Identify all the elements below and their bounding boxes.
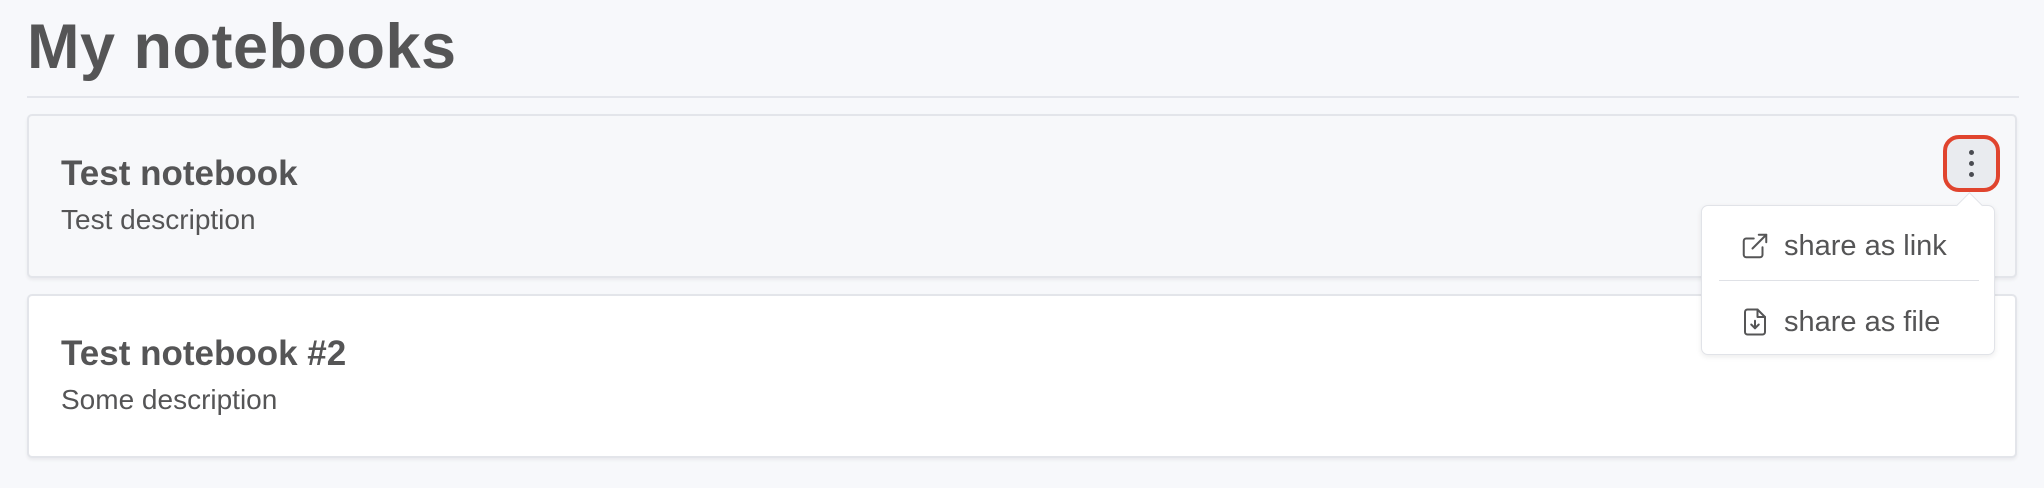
notebook-title[interactable]: Test notebook bbox=[61, 152, 298, 196]
menu-divider bbox=[1719, 280, 1979, 281]
external-link-icon bbox=[1742, 233, 1768, 259]
share-menu: share as link share as file bbox=[1701, 192, 1995, 355]
page-title: My notebooks bbox=[27, 12, 457, 82]
share-as-file-item[interactable]: share as file bbox=[1702, 291, 1994, 353]
menu-item-label: share as link bbox=[1784, 230, 1947, 262]
title-divider bbox=[27, 96, 2019, 98]
notebook-actions-button[interactable] bbox=[1943, 135, 2000, 192]
menu-item-label: share as file bbox=[1784, 306, 1941, 338]
notebooks-page: My notebooks Test notebook Test descript… bbox=[0, 0, 2044, 488]
share-as-link-item[interactable]: share as link bbox=[1702, 215, 1994, 277]
file-download-icon bbox=[1744, 308, 1766, 336]
notebook-title[interactable]: Test notebook #2 bbox=[61, 332, 346, 376]
notebook-description: Some description bbox=[61, 384, 278, 415]
more-vertical-icon bbox=[1969, 150, 1974, 177]
notebook-description: Test description bbox=[61, 204, 256, 235]
